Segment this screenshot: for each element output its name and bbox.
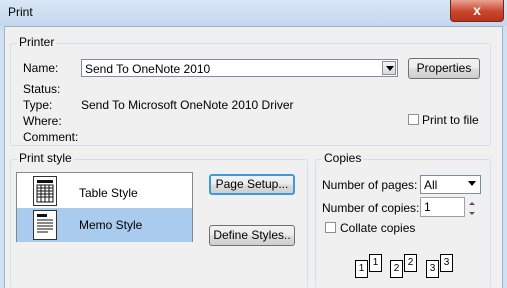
window-title: Print — [8, 5, 33, 19]
printer-name-value: Send To OneNote 2010 — [85, 62, 211, 76]
properties-button[interactable]: Properties — [408, 58, 480, 79]
number-of-pages-label: Number of pages: — [322, 178, 418, 192]
number-of-copies-value: 1 — [424, 200, 431, 214]
memo-style-icon — [33, 210, 57, 240]
collate-page: 3 — [426, 260, 439, 278]
spin-up-icon[interactable] — [467, 197, 477, 206]
status-label: Status: — [23, 82, 61, 96]
print-to-file-checkbox[interactable] — [408, 114, 419, 125]
printer-group-label: Printer — [17, 35, 57, 49]
copies-stepper[interactable] — [466, 197, 478, 217]
comment-label: Comment: — [23, 130, 79, 144]
chevron-down-icon[interactable] — [465, 177, 479, 191]
define-styles-button[interactable]: Define Styles.. — [209, 225, 295, 246]
type-value: Send To Microsoft OneNote 2010 Driver — [81, 98, 294, 112]
number-of-pages-value: All — [424, 178, 438, 192]
type-label: Type: — [23, 98, 53, 112]
collate-checkbox[interactable] — [325, 222, 336, 233]
style-item-table[interactable]: Table Style — [17, 174, 192, 208]
printer-name-select[interactable]: Send To OneNote 2010 — [81, 59, 398, 77]
chevron-down-icon[interactable] — [382, 61, 396, 75]
where-label: Where: — [23, 114, 62, 128]
number-of-copies-label: Number of copies: — [322, 201, 420, 215]
print-to-file-label[interactable]: Print to file — [422, 113, 479, 127]
name-label: Name: — [23, 61, 59, 75]
print-style-group-label: Print style — [17, 151, 74, 165]
collate-label[interactable]: Collate copies — [340, 221, 415, 235]
collate-page: 2 — [390, 260, 403, 278]
number-of-pages-select[interactable]: All — [420, 175, 481, 194]
collate-page: 1 — [355, 260, 368, 278]
number-of-copies-input[interactable]: 1 — [420, 197, 465, 217]
close-icon: x — [473, 2, 481, 18]
style-item-memo[interactable]: Memo Style — [17, 208, 192, 242]
collate-page: 2 — [404, 254, 417, 272]
spin-down-icon[interactable] — [467, 207, 477, 216]
style-item-label: Memo Style — [79, 218, 143, 232]
style-item-label: Table Style — [79, 186, 138, 200]
title-bar: Print x — [0, 0, 507, 26]
collate-page: 1 — [369, 254, 382, 272]
collate-preview: 1 1 2 2 3 3 — [352, 250, 462, 284]
page-setup-button[interactable]: Page Setup... — [209, 174, 295, 195]
print-style-list[interactable]: Table Style Memo Style — [16, 172, 193, 242]
collate-page: 3 — [440, 254, 453, 272]
close-button[interactable]: x — [450, 0, 504, 22]
copies-group-label: Copies — [322, 151, 364, 165]
table-style-icon — [33, 176, 57, 206]
